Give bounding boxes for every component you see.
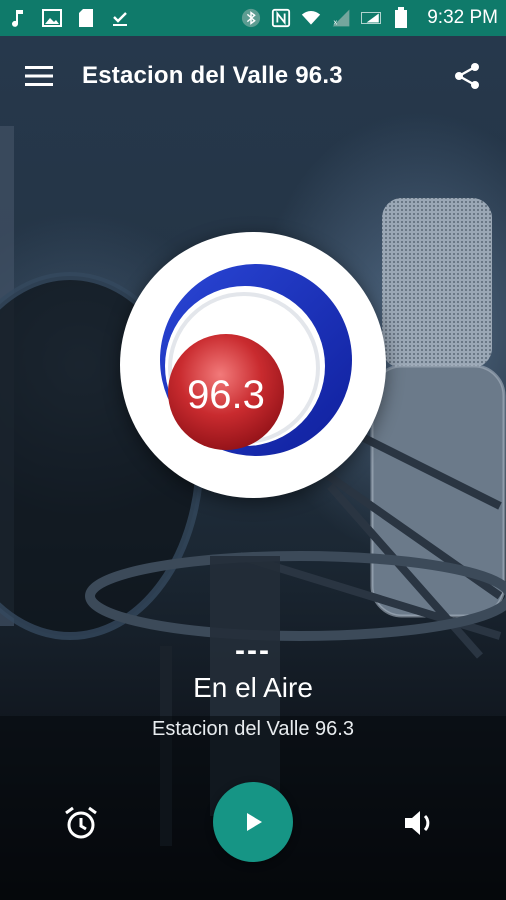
battery-icon bbox=[391, 7, 411, 28]
signal-icon: x bbox=[331, 8, 351, 28]
logo-text: 96.3 bbox=[187, 373, 265, 417]
download-done-icon bbox=[110, 8, 130, 28]
music-note-icon bbox=[8, 8, 28, 28]
app-title: Estacion del Valle 96.3 bbox=[82, 62, 343, 89]
sd-card-icon bbox=[76, 8, 96, 28]
player-controls bbox=[0, 782, 506, 862]
play-icon bbox=[247, 813, 262, 831]
signal-icon bbox=[361, 8, 382, 28]
app-bar: Estacion del Valle 96.3 bbox=[0, 36, 506, 116]
volume-icon[interactable] bbox=[400, 804, 438, 842]
now-playing-title: En el Aire bbox=[193, 672, 313, 703]
wifi-icon bbox=[301, 8, 321, 28]
status-bar: x 9:32 PM bbox=[0, 0, 506, 36]
image-icon bbox=[42, 8, 62, 28]
play-button[interactable] bbox=[213, 782, 293, 862]
alarm-icon[interactable] bbox=[62, 804, 100, 842]
share-icon[interactable] bbox=[450, 59, 484, 93]
status-time: 9:32 PM bbox=[427, 7, 498, 28]
bluetooth-icon bbox=[241, 8, 261, 28]
now-playing-station: Estacion del Valle 96.3 bbox=[152, 718, 354, 740]
menu-icon[interactable] bbox=[22, 59, 56, 93]
svg-text:x: x bbox=[334, 18, 338, 27]
now-playing-dashes: --- bbox=[235, 634, 271, 667]
nfc-icon bbox=[271, 8, 291, 28]
station-logo: 96.3 bbox=[120, 232, 386, 498]
